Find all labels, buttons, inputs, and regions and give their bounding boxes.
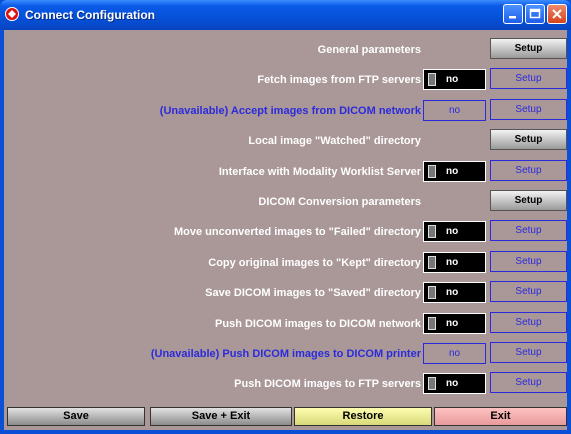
option-row: (Unavailable) Push DICOM images to DICOM… [4, 340, 567, 370]
title-bar[interactable]: Connect Configuration [0, 0, 571, 30]
setup-button: Setup [490, 281, 567, 303]
setup-button[interactable]: Setup [490, 129, 567, 151]
option-label: Fetch images from FTP servers [257, 74, 421, 87]
option-label: Local image "Watched" directory [248, 135, 421, 148]
configuration-panel: General parameters Setup Fetch images from… [4, 30, 567, 430]
option-label: DICOM Conversion parameters [258, 196, 421, 208]
app-icon [5, 7, 19, 21]
close-button[interactable] [547, 4, 567, 24]
option-label: (Unavailable) Push DICOM images to DICOM… [150, 348, 421, 360]
option-row: Fetch images from FTP servers no Setup [4, 66, 567, 96]
enable-toggle[interactable]: no [423, 282, 486, 304]
toggle-value: no [446, 226, 459, 238]
setup-button: Setup [490, 342, 567, 363]
option-row: Push DICOM images to DICOM network no Setu… [4, 310, 567, 340]
toggle-value: no [448, 348, 461, 359]
enable-toggle[interactable]: no [423, 69, 486, 91]
option-label: (Unavailable) Accept images from DICOM n… [159, 104, 421, 117]
enable-toggle[interactable]: no [423, 373, 486, 395]
setup-button: Setup [490, 98, 567, 120]
option-row: Interface with Modality Worklist Server n… [4, 158, 567, 188]
option-label: Move unconverted images to "Failed" dire… [174, 226, 421, 239]
toggle-knob-icon [428, 73, 436, 87]
connect-configuration-window: Connect Configuration General parameters… [0, 0, 571, 434]
option-label: Push DICOM images to FTP servers [234, 378, 421, 391]
enable-toggle: no [423, 343, 486, 364]
option-label: Interface with Modality Worklist Server [218, 165, 421, 178]
toggle-knob-icon [428, 225, 436, 239]
toggle-value: no [446, 378, 459, 390]
option-row: General parameters Setup [4, 36, 567, 66]
option-label: Save DICOM images to "Saved" directory [205, 287, 421, 300]
toggle-knob-icon [428, 255, 436, 269]
option-row: Local image "Watched" directory Setup [4, 127, 567, 157]
setup-button[interactable]: Setup [490, 38, 567, 59]
option-row: Copy original images to "Kept" directory… [4, 249, 567, 279]
setup-button: Setup [490, 220, 567, 242]
setup-button: Setup [490, 372, 567, 394]
enable-toggle[interactable]: no [423, 221, 486, 243]
toggle-knob-icon [428, 377, 436, 391]
option-label: Push DICOM images to DICOM network [215, 317, 421, 330]
save-exit-button[interactable]: Save + Exit [150, 407, 292, 426]
option-row: (Unavailable) Accept images from DICOM n… [4, 97, 567, 127]
option-label: Copy original images to "Kept" directory [208, 256, 421, 269]
maximize-button[interactable] [525, 4, 545, 24]
option-row: DICOM Conversion parameters Setup [4, 188, 567, 218]
restore-button[interactable]: Restore [294, 407, 432, 426]
toggle-knob-icon [428, 164, 436, 178]
toggle-value: no [446, 74, 459, 86]
setup-button: Setup [490, 68, 567, 90]
minimize-icon [509, 16, 516, 19]
setup-button: Setup [490, 159, 567, 181]
option-row: Save DICOM images to "Saved" directory no… [4, 279, 567, 309]
setup-button: Setup [490, 250, 567, 272]
minimize-button[interactable] [503, 4, 523, 24]
toggle-value: no [446, 317, 459, 329]
action-bar: Save Save + Exit Restore Exit [4, 407, 567, 428]
enable-toggle[interactable]: no [423, 160, 486, 182]
toggle-knob-icon [428, 286, 436, 300]
toggle-value: no [446, 256, 459, 268]
toggle-value: no [448, 104, 461, 116]
window-title: Connect Configuration [25, 8, 155, 22]
save-button[interactable]: Save [7, 407, 145, 426]
toggle-value: no [446, 165, 459, 177]
setup-button: Setup [490, 311, 567, 333]
enable-toggle[interactable]: no [423, 251, 486, 273]
maximize-icon [529, 8, 541, 19]
close-icon [552, 9, 562, 19]
option-row: Push DICOM images to FTP servers no Setup [4, 370, 567, 400]
setup-button[interactable]: Setup [490, 190, 567, 211]
enable-toggle[interactable]: no [423, 312, 486, 334]
toggle-knob-icon [428, 316, 436, 330]
option-row: Move unconverted images to "Failed" dire… [4, 218, 567, 248]
toggle-value: no [446, 287, 459, 299]
exit-button[interactable]: Exit [434, 407, 567, 426]
option-label: General parameters [317, 44, 421, 56]
enable-toggle: no [423, 99, 486, 121]
